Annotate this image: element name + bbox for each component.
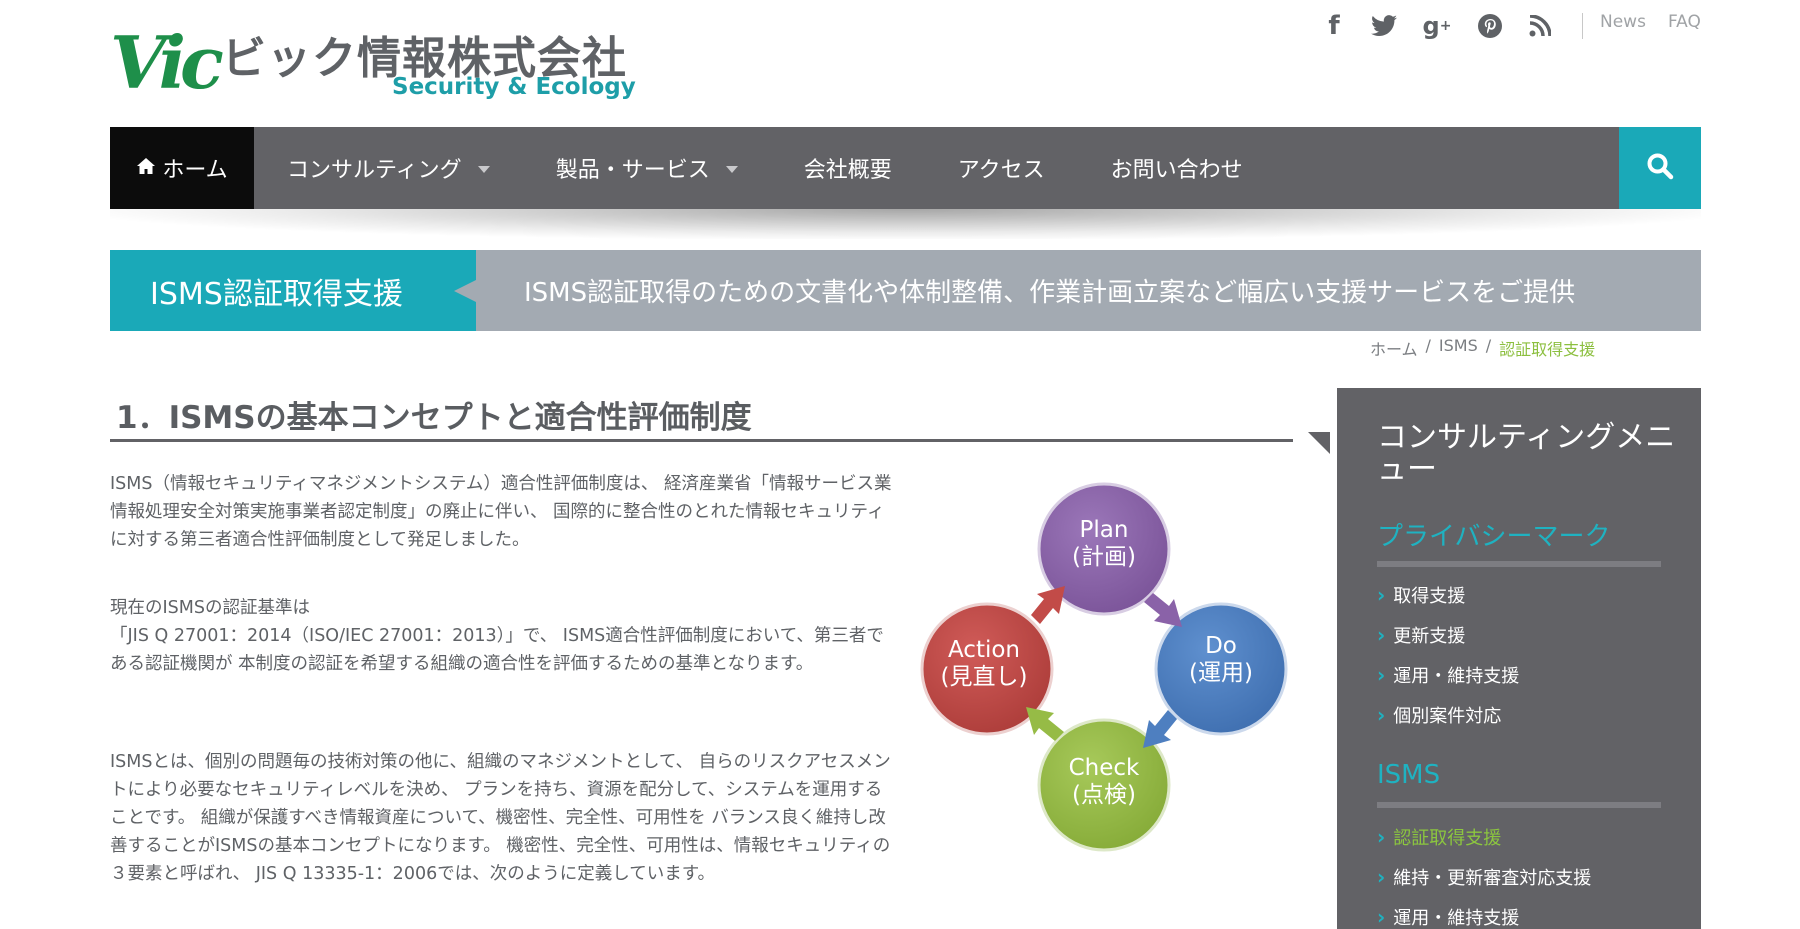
pinterest-icon[interactable] — [1476, 8, 1504, 44]
nav-company-label: 会社概要 — [803, 158, 892, 183]
do-label: Do (運用) — [1189, 633, 1253, 686]
sidebar-heading-privacy-mark[interactable]: プライバシーマーク — [1377, 516, 1610, 553]
twitter-icon[interactable] — [1370, 8, 1398, 44]
chevron-right-icon: › — [1377, 905, 1386, 929]
plan-label: Plan (計画) — [1072, 517, 1136, 570]
action-label: Action (見直し) — [940, 637, 1028, 690]
main-nav: ホーム コンサルティング 製品・サービス 会社概要 アクセス お問い合わせ — [110, 127, 1701, 209]
logo-mark: Vic — [110, 20, 224, 105]
banner-description: ISMS認証取得のための文書化や体制整備、作業計画立案など幅広い支援サービスをご… — [524, 278, 1576, 308]
sidebar-item-pm-individual[interactable]: › 個別案件対応 — [1377, 702, 1501, 728]
breadcrumb-home[interactable]: ホーム — [1370, 336, 1418, 360]
nav-home-label: ホーム — [162, 158, 228, 183]
sidebar-item-pm-renewal[interactable]: › 更新支援 — [1377, 622, 1465, 648]
intro-paragraph: ISMS（情報セキュリティマネジメントシステム）適合性評価制度は、 経済産業省「… — [110, 474, 892, 550]
social-links: f g + — [1320, 8, 1583, 44]
chevron-down-icon — [725, 165, 738, 173]
chevron-right-icon: › — [1377, 865, 1386, 889]
nav-contact[interactable]: お問い合わせ — [1078, 127, 1276, 209]
search-icon — [1646, 152, 1674, 184]
sidebar-divider — [1377, 561, 1661, 567]
sidebar-item-isms-operation[interactable]: › 運用・維持支援 — [1377, 904, 1519, 929]
title-decoration — [1308, 432, 1330, 454]
standard-lead: 現在のISMSの認証基準は — [110, 598, 310, 618]
standard-body: 「JIS Q 27001：2014（ISO/IEC 27001：2013）」で、… — [110, 626, 884, 674]
consulting-sidebar: コンサルティングメニュー プライバシーマーク › 取得支援 › 更新支援 › 運用・維… — [1337, 388, 1701, 929]
breadcrumb-current: 認証取得支援 — [1499, 340, 1596, 359]
chevron-right-icon: › — [1377, 623, 1386, 647]
nav-home[interactable]: ホーム — [110, 127, 254, 209]
arrow-action-plan — [1031, 586, 1065, 624]
sidebar-item-pm-acquisition[interactable]: › 取得支援 — [1377, 582, 1465, 608]
sidebar-item-pm-operation[interactable]: › 運用・維持支援 — [1377, 662, 1519, 688]
nav-consulting-label: コンサルティング — [287, 158, 462, 183]
arrow-plan-do — [1144, 593, 1182, 627]
check-label: Check (点検) — [1068, 755, 1140, 808]
pdca-cycle-diagram: Plan (計画) Do (運用) Check (点検) Action (見直し) — [915, 475, 1295, 855]
chevron-right-icon: › — [1377, 703, 1386, 727]
nav-company[interactable]: 会社概要 — [771, 127, 925, 209]
nav-consulting[interactable]: コンサルティング — [254, 127, 523, 209]
rss-icon[interactable] — [1526, 8, 1554, 44]
arrow-check-action — [1026, 707, 1064, 741]
search-button[interactable] — [1619, 127, 1701, 209]
chevron-right-icon: › — [1377, 663, 1386, 687]
google-plus-icon[interactable]: g + — [1420, 8, 1454, 44]
section-title: 1．ISMSの基本コンセプトと適合性評価制度 — [110, 392, 1293, 442]
divider — [1582, 13, 1583, 39]
nav-access[interactable]: アクセス — [925, 127, 1078, 209]
top-links: News FAQ — [1600, 12, 1701, 32]
breadcrumb-separator: / — [1485, 336, 1492, 355]
nav-products-label: 製品・サービス — [555, 158, 710, 183]
sidebar-item-isms-certification[interactable]: › 認証取得支援 — [1377, 824, 1501, 850]
nav-products[interactable]: 製品・サービス — [523, 127, 771, 209]
chevron-right-icon: › — [1377, 583, 1386, 607]
concept-paragraph: ISMSとは、個別の問題毎の技術対策の他に、組織のマネジメントとして、 自らのリ… — [110, 752, 891, 884]
chevron-right-icon: › — [1377, 825, 1386, 849]
breadcrumb: ホーム / ISMS / 認証取得支援 — [1370, 336, 1595, 360]
sidebar-heading-isms[interactable]: ISMS — [1377, 760, 1440, 790]
banner-title: ISMS認証取得支援 — [110, 250, 476, 331]
faq-link[interactable]: FAQ — [1668, 12, 1701, 32]
facebook-icon[interactable]: f — [1320, 8, 1348, 44]
site-logo[interactable]: Vic ビック情報株式会社 Security & Ecology — [110, 18, 636, 108]
arrow-do-check — [1143, 710, 1177, 748]
standard-paragraph: 現在のISMSの認証基準は 「JIS Q 27001：2014（ISO/IEC … — [110, 594, 895, 678]
nav-access-label: アクセス — [957, 158, 1045, 183]
page-banner: ISMS認証取得支援 ISMS認証取得のための文書化や体制整備、作業計画立案など… — [110, 250, 1701, 331]
nav-shadow — [110, 209, 1701, 239]
banner-notch — [454, 280, 476, 302]
breadcrumb-separator: / — [1425, 336, 1431, 355]
sidebar-title: コンサルティングメニュー — [1377, 420, 1676, 487]
sidebar-item-isms-renewal[interactable]: › 維持・更新審査対応支援 — [1377, 864, 1591, 890]
nav-contact-label: お問い合わせ — [1110, 158, 1243, 183]
sidebar-divider — [1377, 802, 1661, 808]
chevron-down-icon — [477, 165, 490, 173]
company-tagline: Security & Ecology — [392, 74, 636, 100]
home-icon — [136, 156, 156, 181]
news-link[interactable]: News — [1600, 12, 1646, 32]
breadcrumb-isms[interactable]: ISMS — [1439, 336, 1478, 360]
